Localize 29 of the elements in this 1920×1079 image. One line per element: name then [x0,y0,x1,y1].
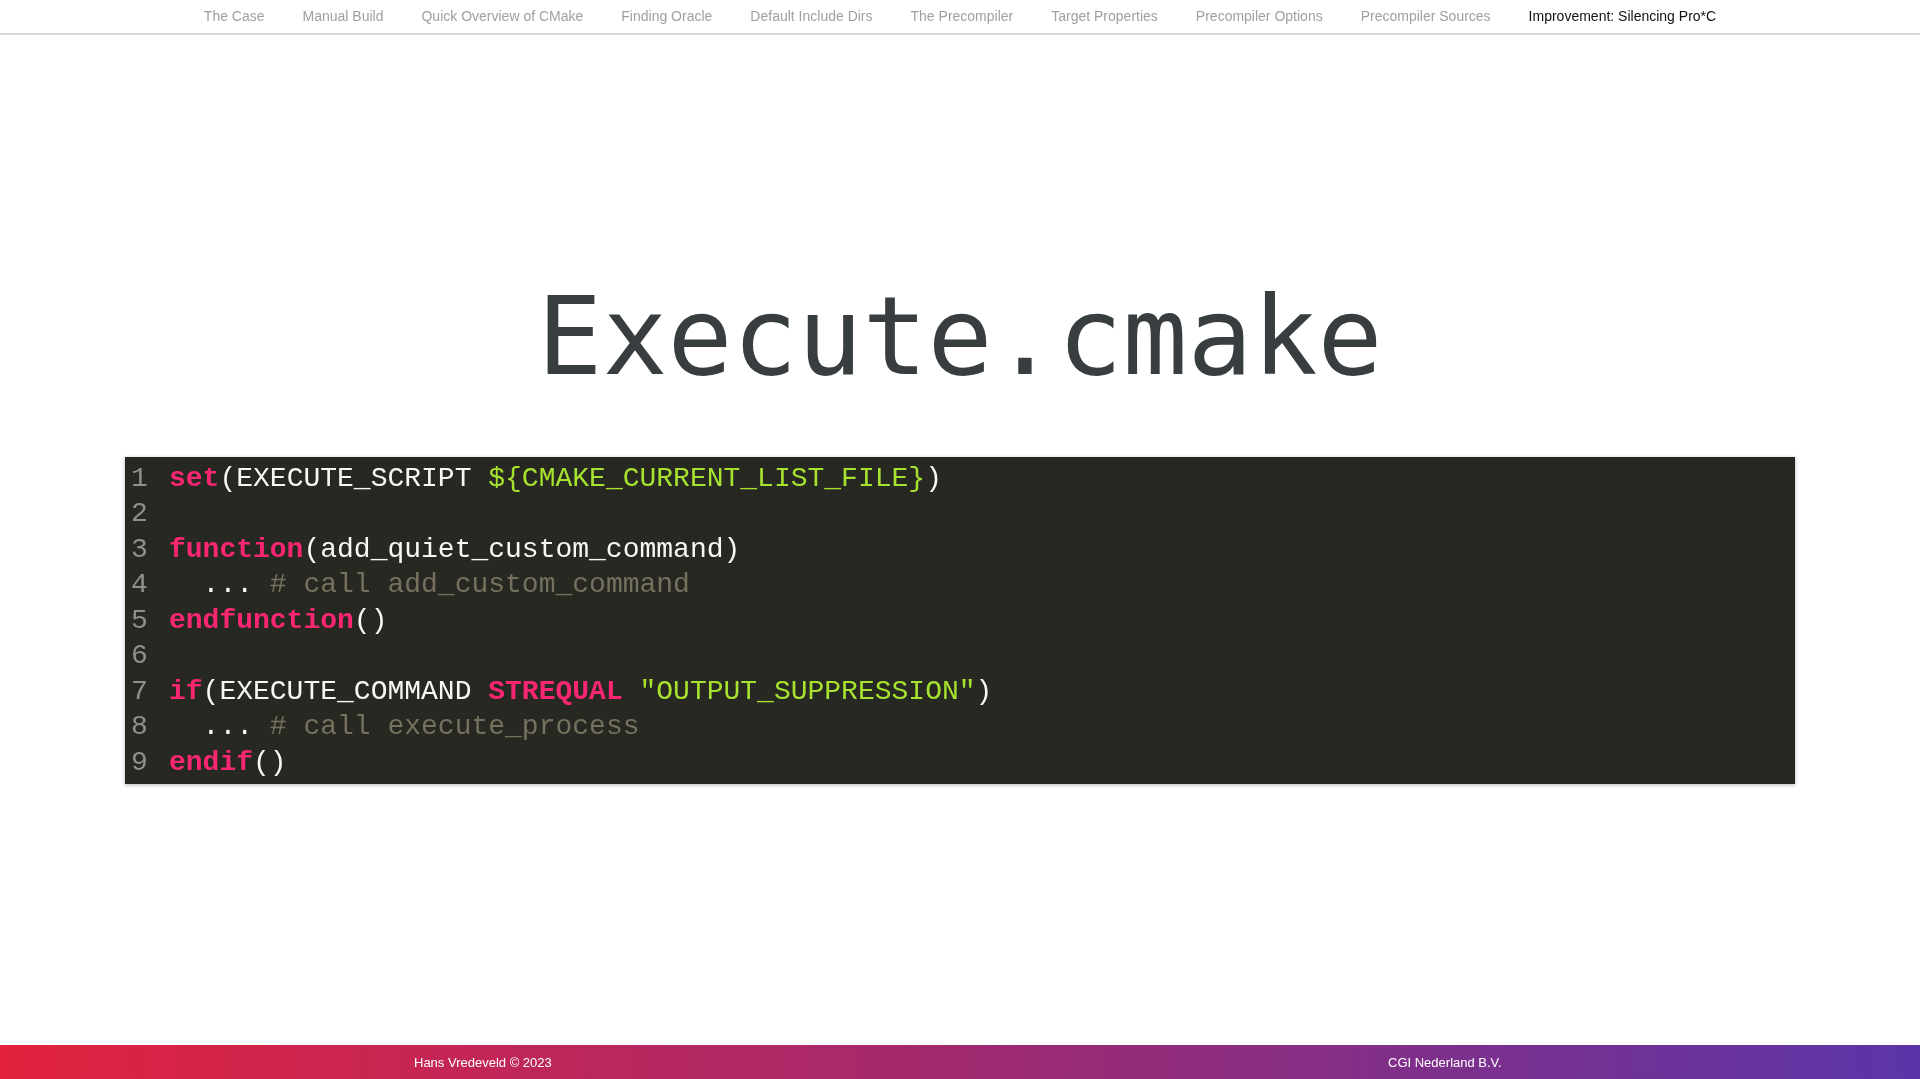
line-number: 4 [130,568,149,603]
line-number: 9 [130,745,149,780]
line-number: 7 [130,674,149,709]
nav-link[interactable]: Quick Overview of CMake [421,6,584,27]
code-line: ... # call execute_process [201,710,640,745]
code-line: set(EXECUTE_SCRIPT ${CMAKE_CURRENT_LIST_FILE}) [169,461,942,496]
line-number: 8 [130,710,149,745]
code-line: if(EXECUTE_COMMAND STREQUAL "OUTPUT_SUPPRESSION") [169,674,993,709]
nav-link[interactable]: Default Include Dirs [750,6,873,27]
nav-link[interactable]: Target Properties [1051,6,1158,27]
nav-link[interactable]: Improvement: Silencing Pro*C [1528,6,1717,27]
code-line: endif() [169,745,287,780]
nav-link[interactable]: Precompiler Sources [1360,6,1491,27]
line-number: 3 [130,532,149,567]
nav-link[interactable]: The Case [203,6,265,27]
code-line: endfunction() [169,603,388,638]
code-line: ... # call add_custom_command [201,568,690,603]
company-text: CGI Nederland B.V. [1388,1054,1502,1072]
nav-link[interactable]: Manual Build [302,6,384,27]
line-number: 5 [130,603,149,638]
line-number: 1 [130,461,149,496]
line-number: 6 [130,639,149,674]
line-number: 2 [130,497,149,532]
author-text: Hans Vredeveld © 2023 [414,1054,552,1072]
slide-title: Execute.cmake [536,278,1384,397]
nav-link[interactable]: Precompiler Options [1195,6,1323,27]
code-line: function(add_quiet_custom_command) [169,532,741,567]
nav-link[interactable]: Finding Oracle [621,6,713,27]
nav-link[interactable]: The Precompiler [910,6,1014,27]
